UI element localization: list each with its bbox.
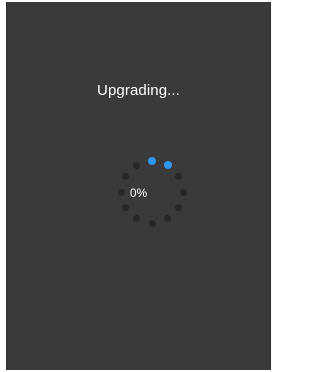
- spinner-dot: [133, 215, 140, 223]
- spinner-dot: [175, 173, 183, 180]
- spinner-dot: [175, 204, 183, 211]
- upgrade-status-title: Upgrading...: [97, 82, 180, 99]
- spinner-dot: [121, 173, 129, 180]
- spinner-dot: [163, 161, 172, 170]
- progress-percent: 0%: [129, 186, 148, 200]
- spinner-dot: [164, 215, 171, 223]
- spinner-dot: [121, 204, 129, 211]
- spinner-dot: [148, 219, 156, 227]
- upgrade-dialog: Upgrading... 0%: [6, 2, 271, 370]
- spinner-dot: [148, 157, 156, 165]
- spinner-dot: [133, 161, 140, 169]
